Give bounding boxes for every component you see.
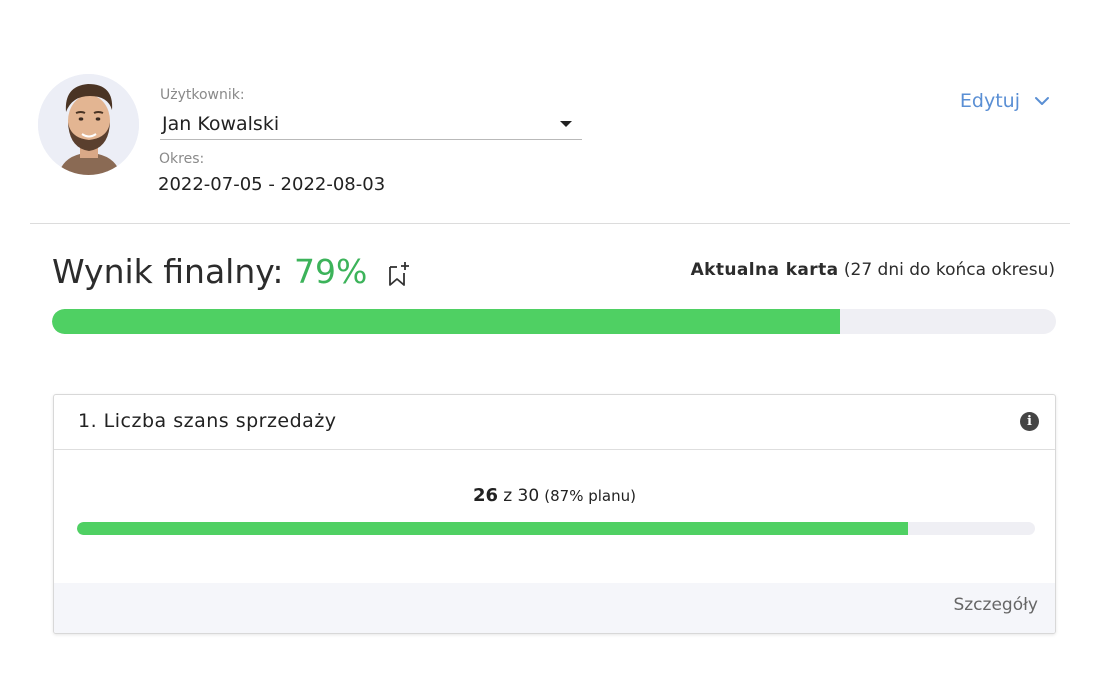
- final-score-label: Wynik finalny:: [52, 252, 284, 291]
- final-score-title: Wynik finalny: 79%: [52, 252, 367, 291]
- current-card-note: (27 dni do końca okresu): [843, 260, 1055, 280]
- user-label: Użytkownik:: [160, 87, 245, 103]
- header-divider: [30, 223, 1070, 224]
- details-link[interactable]: Szczegóły: [953, 595, 1038, 615]
- edit-button[interactable]: Edytuj: [960, 90, 1050, 112]
- kpi-progress-bar: [77, 522, 1035, 535]
- final-score-percent: 79%: [294, 252, 368, 291]
- kpi-card: 1. Liczba szans sprzedaży i 26 z 30 (87%…: [53, 394, 1056, 634]
- kpi-title: 1. Liczba szans sprzedaży: [78, 410, 337, 432]
- period-value: 2022-07-05 - 2022-08-03: [158, 174, 386, 195]
- final-score-progress-bar: [52, 309, 1056, 334]
- user-select-value: Jan Kowalski: [162, 113, 280, 135]
- edit-label: Edytuj: [959, 90, 1020, 112]
- kpi-plan-text: (87% planu): [544, 487, 636, 505]
- current-card-info: Aktualna karta (27 dni do końca okresu): [691, 260, 1055, 280]
- kpi-of-text: z 30: [503, 486, 540, 506]
- current-card-label: Aktualna karta: [690, 260, 839, 280]
- kpi-card-footer: Szczegóły: [54, 583, 1055, 633]
- user-select[interactable]: Jan Kowalski: [160, 110, 582, 140]
- caret-down-icon: [560, 121, 572, 127]
- avatar: [38, 74, 139, 175]
- chevron-down-icon: [1035, 97, 1049, 105]
- bookmark-add-icon[interactable]: [386, 261, 410, 287]
- kpi-progress-fill: [77, 522, 908, 535]
- info-icon[interactable]: i: [1020, 412, 1039, 431]
- kpi-card-header: 1. Liczba szans sprzedaży i: [54, 395, 1055, 450]
- period-label: Okres:: [159, 151, 205, 167]
- user-photo: [38, 74, 139, 175]
- kpi-achieved: 26: [473, 485, 499, 506]
- kpi-progress-text: 26 z 30 (87% planu): [54, 485, 1055, 506]
- final-score-progress-fill: [52, 309, 841, 334]
